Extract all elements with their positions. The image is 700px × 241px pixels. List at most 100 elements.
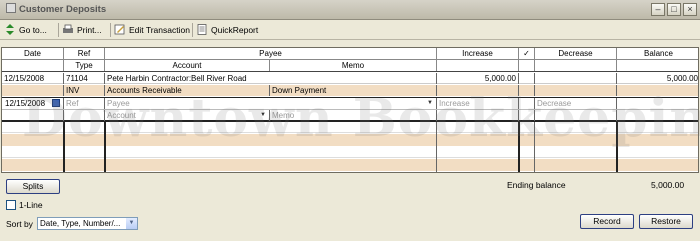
sort-by-label: Sort by [6,219,33,229]
new-date-blank [4,110,64,121]
txn-decrease [535,73,617,84]
txn-balance: 5,000.00 [666,74,698,83]
print-label: Print... [77,25,102,35]
txn-date-blank [2,85,64,96]
txn-cleared-blank [519,85,535,96]
new-balance-field [617,98,698,109]
empty-row[interactable] [2,122,698,133]
col-account-header[interactable]: Account [105,60,270,71]
splits-button[interactable]: Splits [6,179,60,194]
header-row-2: Type Account Memo [2,60,698,72]
record-button[interactable]: Record [580,214,634,229]
up-down-arrows-icon [6,24,14,35]
col-balance-header[interactable]: Balance [617,48,698,59]
new-payee-field[interactable]: Payee ▼ [105,98,437,109]
ending-balance-value: 5,000.00 [651,180,685,190]
close-button[interactable]: × [683,3,697,16]
new-date-field[interactable]: 12/15/2008 [4,98,64,109]
col-balance-header-blank [617,60,698,71]
col-increase-header[interactable]: Increase [437,48,519,59]
report-icon [197,24,207,35]
goto-button[interactable]: Go to... [4,23,47,37]
col-date-header[interactable]: Date [2,48,64,59]
col-date-header-blank [2,60,64,71]
payee-dropdown-icon[interactable]: ▼ [426,99,434,107]
new-account-placeholder: Account [107,111,136,120]
goto-label: Go to... [19,25,47,35]
txn-ref: 71104 [64,73,105,84]
col-decrease-header-blank [535,60,617,71]
sort-by-value: Date, Type, Number/... [40,219,121,228]
txn-account: Accounts Receivable [105,85,270,96]
table-row[interactable]: INV Accounts Receivable Down Payment [2,85,698,96]
new-payee-placeholder: Payee [107,99,130,108]
new-date-value: 12/15/2008 [5,99,46,108]
col-ref-header[interactable]: Ref [64,48,105,59]
new-type-field [64,110,105,121]
col-cleared-header-blank [519,60,535,71]
col-payee-header[interactable]: Payee [105,48,437,59]
quickreport-button[interactable]: QuickReport [196,23,258,37]
printer-icon [63,24,73,33]
new-ref-field[interactable]: Ref [64,98,105,109]
new-memo-field[interactable]: Memo [270,110,437,121]
txn-decrease-blank [535,85,617,96]
col-decrease-header[interactable]: Decrease [535,48,617,59]
empty-row[interactable] [2,146,698,158]
new-decrease-field[interactable]: Decrease [535,98,617,109]
minimize-button[interactable]: – [651,3,665,16]
col-memo-header[interactable]: Memo [270,60,437,71]
column-divider [518,122,520,172]
column-divider [534,122,535,172]
txn-increase: 5,000.00 [437,73,519,84]
one-line-checkbox[interactable] [6,200,16,210]
table-row[interactable]: 12/15/2008 71104 Pete Harbin Contractor:… [2,73,698,84]
calendar-icon[interactable] [52,99,60,107]
col-increase-header-blank [437,60,519,71]
edit-icon [114,24,125,35]
new-increase-blank [437,110,519,121]
one-line-label[interactable]: 1-Line [19,200,43,210]
sort-by-select[interactable]: Date, Type, Number/... ▼ [37,217,138,230]
header-row-1: Date Ref Payee Increase ✓ Decrease Balan… [2,48,698,60]
app-icon [6,3,16,13]
restore-button[interactable]: Restore [639,214,693,229]
toolbar-separator [192,23,193,37]
account-dropdown-icon[interactable]: ▼ [259,111,267,119]
chevron-down-icon[interactable]: ▼ [126,218,137,229]
empty-row[interactable] [2,159,698,171]
new-balance-blank [617,110,698,121]
txn-memo: Down Payment [270,85,437,96]
txn-date: 12/15/2008 [2,73,64,84]
new-account-field[interactable]: Account ▼ [105,110,270,121]
quickreport-label: QuickReport [211,25,259,35]
register-grid[interactable]: Date Ref Payee Increase ✓ Decrease Balan… [1,47,699,173]
column-divider [104,122,106,172]
col-type-header[interactable]: Type [64,60,105,71]
empty-row[interactable] [2,134,698,146]
title-bar[interactable]: Customer Deposits – □ × [0,0,700,20]
maximize-button[interactable]: □ [667,3,681,16]
edit-transaction-button[interactable]: Edit Transaction [114,23,190,37]
txn-cleared [519,73,535,84]
new-entry-row-2[interactable]: Account ▼ Memo [2,109,698,121]
window-title-text: Customer Deposits [19,4,107,15]
edit-transaction-label: Edit Transaction [129,25,190,35]
col-cleared-header[interactable]: ✓ [519,48,535,59]
new-entry-row-1[interactable]: 12/15/2008 Ref Payee ▼ Increase Decrease [2,98,698,109]
ending-balance-label: Ending balance [507,180,566,190]
toolbar-separator [110,23,111,37]
toolbar: Go to... Print... Edit Transaction Quick… [0,20,700,40]
column-divider [436,122,437,172]
new-cleared-blank [519,110,535,121]
txn-payee: Pete Harbin Contractor:Bell River Road [105,73,437,84]
print-button[interactable]: Print... [62,23,102,37]
new-cleared-field[interactable] [519,98,535,109]
toolbar-separator [58,23,59,37]
txn-balance-blank [617,85,698,96]
column-divider [616,122,618,172]
new-increase-field[interactable]: Increase [437,98,519,109]
column-divider [63,122,65,172]
window-title: Customer Deposits [6,3,106,15]
new-decrease-blank [535,110,617,121]
